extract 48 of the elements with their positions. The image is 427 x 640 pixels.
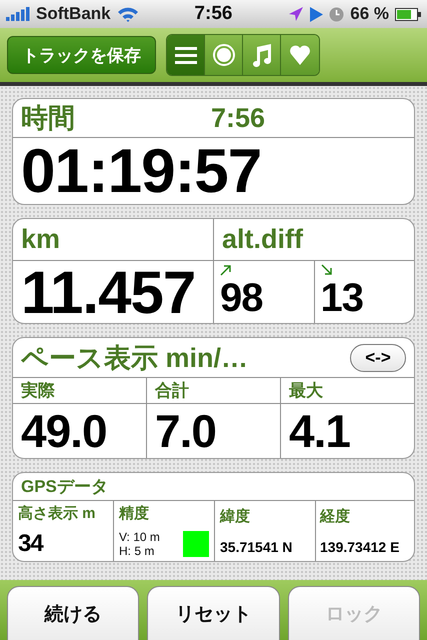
vertical-accuracy: V: 10 m <box>119 530 160 544</box>
unit-toggle-button[interactable]: <-> <box>350 344 406 372</box>
pace-label: 合計 <box>155 380 189 402</box>
signal-icon <box>6 7 30 21</box>
wifi-icon <box>116 6 139 22</box>
descent-value: 13 <box>320 276 363 320</box>
view-tab[interactable] <box>205 35 243 75</box>
heart-icon <box>289 44 311 66</box>
pace-label: 最大 <box>289 380 323 402</box>
action-button[interactable]: リセット <box>147 586 280 640</box>
view-tab[interactable] <box>243 35 281 75</box>
status-time: 7:56 <box>193 3 234 25</box>
battery-percent: 66 % <box>350 4 389 24</box>
carrier-name: SoftBank <box>36 4 111 24</box>
altitude-value: 34 <box>18 530 43 558</box>
gps-title: GPSデータ <box>21 476 108 498</box>
altitude-label: 高さ表示 m <box>18 504 96 524</box>
pace-value: 4.1 <box>289 404 350 458</box>
save-track-button[interactable]: トラックを保存 <box>7 36 156 74</box>
play-icon <box>310 6 324 22</box>
clock-icon <box>329 6 344 22</box>
accuracy-label: 精度 <box>119 504 150 524</box>
view-tab[interactable] <box>167 35 205 75</box>
latitude-label: 緯度 <box>220 507 250 526</box>
pace-value: 49.0 <box>21 404 107 458</box>
pace-title: ペース表示 min/… <box>21 342 248 374</box>
pace-label: 実際 <box>21 380 55 402</box>
longitude-label: 経度 <box>320 507 350 526</box>
arrow-down-right-icon <box>320 264 332 276</box>
horizontal-accuracy: H: 5 m <box>119 544 156 558</box>
clock-time: 7:56 <box>211 102 266 134</box>
location-arrow-icon <box>288 6 304 22</box>
record-icon <box>212 43 236 67</box>
elapsed-time: 01:19:57 <box>21 136 262 204</box>
arrow-up-right-icon <box>220 264 232 276</box>
music-note-icon <box>250 43 272 67</box>
battery-icon <box>395 8 421 20</box>
latitude-value: 35.71541 N <box>220 538 292 555</box>
action-button[interactable]: 続ける <box>7 586 140 640</box>
view-tab[interactable] <box>281 35 319 75</box>
distance-unit: km <box>21 224 60 255</box>
distance-value: 11.457 <box>21 258 196 323</box>
longitude-value: 139.73412 E <box>320 538 400 555</box>
pace-value: 7.0 <box>155 404 216 458</box>
menu-icon <box>174 46 196 64</box>
time-label: 時間 <box>21 102 75 135</box>
altitude-diff-label: alt.diff <box>222 224 303 255</box>
ascent-value: 98 <box>220 276 262 320</box>
